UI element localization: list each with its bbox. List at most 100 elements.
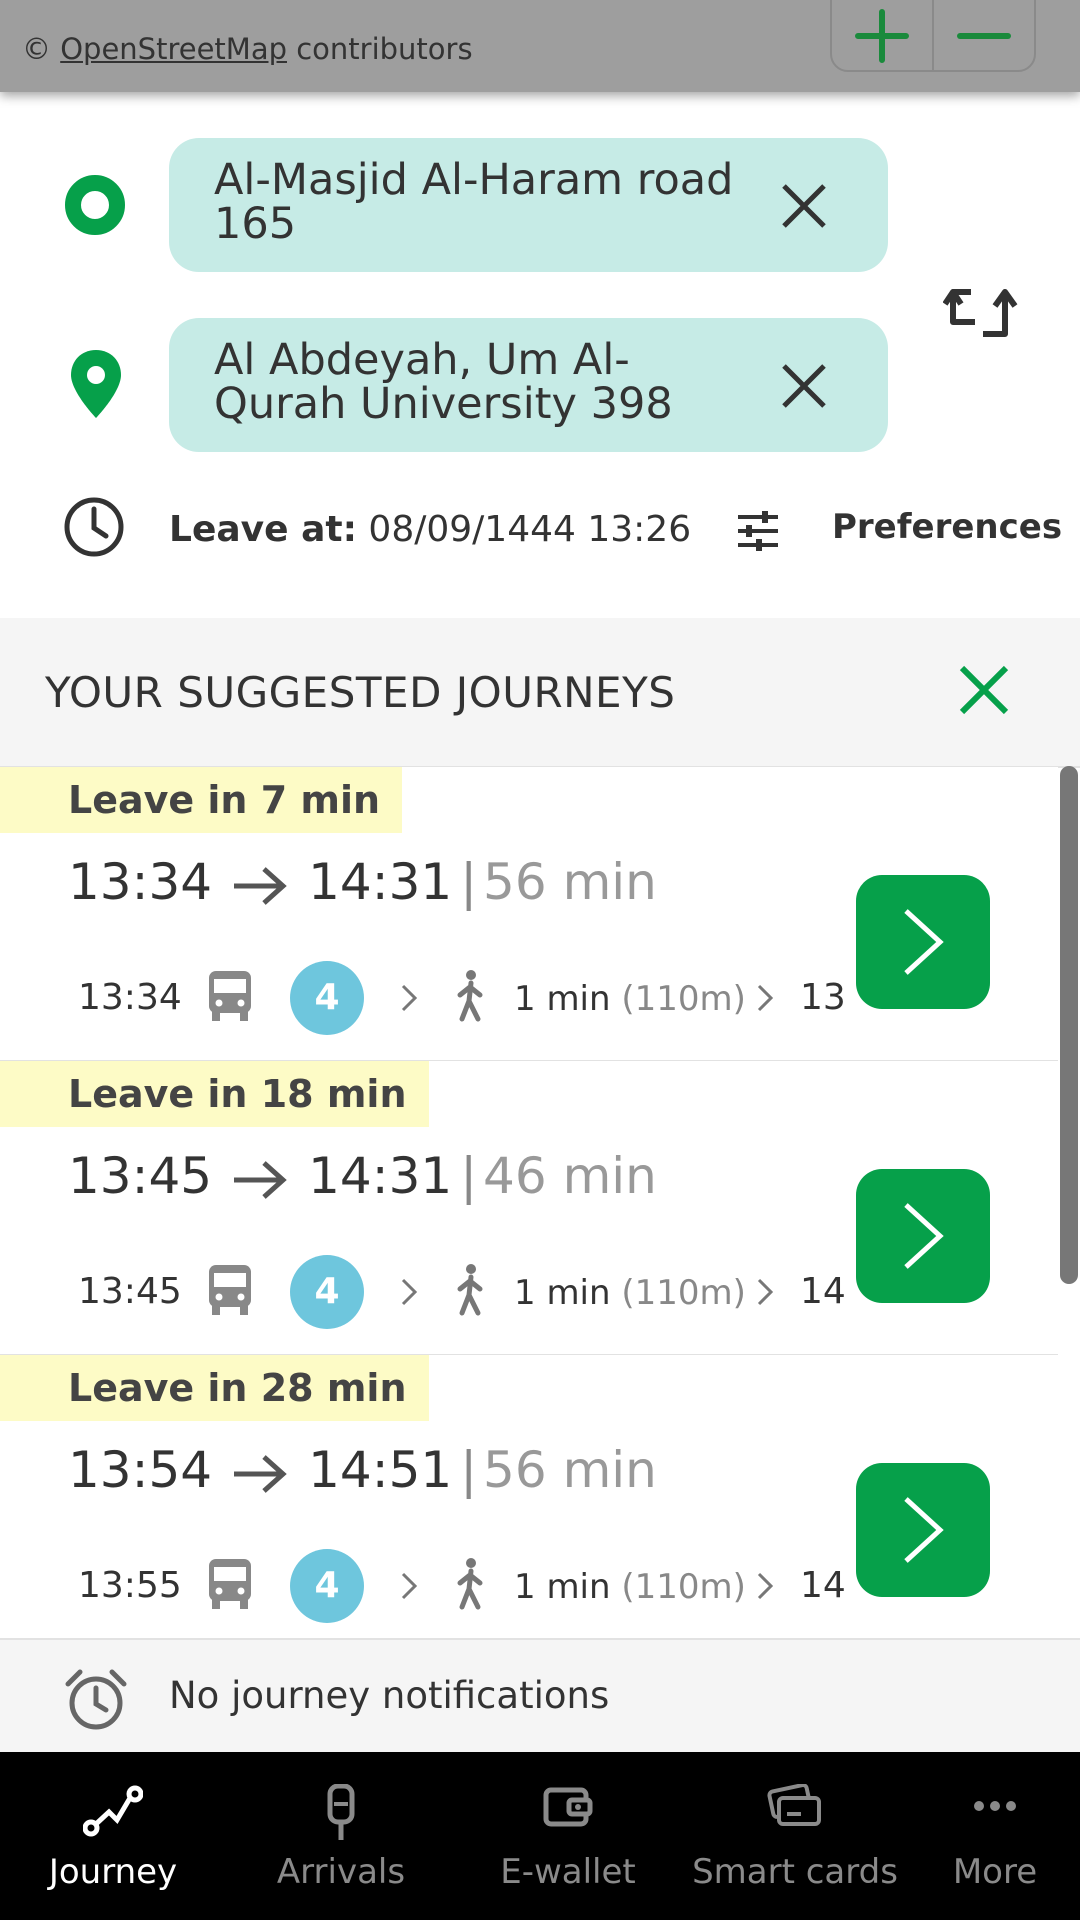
journey-card[interactable]: Leave in 28 min 13:54 14:51 | 56 min 13:55 4 1 … xyxy=(0,1355,1058,1650)
nav-label: Journey xyxy=(48,1852,178,1892)
nav-label: E-wallet xyxy=(500,1852,636,1892)
destination-text[interactable]: Al Abdeyah, Um Al-Qurah University 398 xyxy=(214,338,744,426)
journey-times: 13:54 14:51 | 56 min xyxy=(68,1435,657,1505)
origin-text[interactable]: Al-Masjid Al-Haram road 165 xyxy=(214,158,744,246)
minus-icon xyxy=(957,33,1011,39)
origin-field[interactable]: Al-Masjid Al-Haram road 165 xyxy=(169,138,888,272)
swap-icon[interactable] xyxy=(943,278,1025,340)
arrive-time: 14:31 xyxy=(308,1147,453,1205)
bus-icon xyxy=(209,1265,251,1315)
journey-legs: 13:55 4 1 min (110m) 14: xyxy=(78,1545,848,1625)
journey-duration: 56 min xyxy=(483,1441,657,1499)
chevron-right-icon xyxy=(904,1497,944,1563)
open-journey-button[interactable] xyxy=(856,875,990,1009)
walk-info: 1 min (110m) xyxy=(514,1567,746,1607)
separator: | xyxy=(460,1441,478,1499)
notifications-text: No journey notifications xyxy=(169,1674,610,1717)
leave-at-value: 08/09/1444 13:26 xyxy=(368,509,692,550)
chevron-right-icon xyxy=(904,909,944,975)
cards-icon xyxy=(767,1784,821,1826)
nav-arrivals[interactable]: Arrivals xyxy=(226,1752,456,1920)
leave-in-badge: Leave in 28 min xyxy=(0,1355,429,1421)
alarm-clock-icon xyxy=(65,1669,127,1730)
map-attribution: © OpenStreetMap contributors xyxy=(22,32,473,66)
nav-journey[interactable]: Journey xyxy=(0,1752,226,1920)
plus-icon xyxy=(855,9,909,63)
arrive-time: 14:31 xyxy=(308,853,453,911)
journey-card[interactable]: Leave in 18 min 13:45 14:31 | 46 min 13:45 4 1 … xyxy=(0,1061,1058,1356)
depart-time: 13:45 xyxy=(68,1147,213,1205)
walk-distance: (110m) xyxy=(621,1567,746,1607)
leave-at-row: Leave at: 08/09/1444 13:26 Preferences xyxy=(0,495,1080,565)
wallet-icon xyxy=(543,1787,593,1827)
walk-distance: (110m) xyxy=(621,1273,746,1313)
zoom-controls xyxy=(830,0,1036,72)
chevron-right-icon xyxy=(401,1572,418,1600)
suggested-journeys-header: YOUR SUGGESTED JOURNEYS xyxy=(0,618,1080,768)
zoom-out-button[interactable] xyxy=(932,0,1034,70)
journey-duration: 56 min xyxy=(483,853,657,911)
separator: | xyxy=(460,853,478,911)
preferences-button[interactable]: Preferences xyxy=(832,507,1062,547)
chevron-right-icon xyxy=(757,984,774,1012)
nav-label: More xyxy=(952,1852,1038,1892)
nav-e-wallet[interactable]: E-wallet xyxy=(456,1752,680,1920)
bottom-navigation: Journey Arrivals E-wallet Smart cards Mo… xyxy=(0,1752,1080,1920)
nav-smart-cards[interactable]: Smart cards xyxy=(680,1752,910,1920)
arrow-right-icon xyxy=(234,1454,287,1493)
leg-start-time: 13:45 xyxy=(78,1271,182,1312)
zoom-in-button[interactable] xyxy=(832,0,932,70)
journey-card[interactable]: Leave in 7 min 13:34 14:31 | 56 min 13:34 4 1 m… xyxy=(0,767,1058,1062)
attribution-prefix: © xyxy=(22,32,51,66)
journey-notifications[interactable]: No journey notifications xyxy=(0,1638,1080,1754)
open-journey-button[interactable] xyxy=(856,1463,990,1597)
depart-time: 13:34 xyxy=(68,853,213,911)
destination-field[interactable]: Al Abdeyah, Um Al-Qurah University 398 xyxy=(169,318,888,452)
leave-in-badge: Leave in 18 min xyxy=(0,1061,429,1127)
map-view[interactable]: © OpenStreetMap contributors xyxy=(0,0,1080,92)
walking-icon xyxy=(457,1558,483,1610)
journeys-scrollbar[interactable] xyxy=(1060,766,1078,1284)
suggested-journeys-title: YOUR SUGGESTED JOURNEYS xyxy=(45,668,676,717)
line-number-badge: 4 xyxy=(290,1255,364,1329)
chevron-right-icon xyxy=(757,1572,774,1600)
journey-legs: 13:34 4 1 min (110m) 13: xyxy=(78,957,848,1037)
line-number-badge: 4 xyxy=(290,1549,364,1623)
openstreetmap-link[interactable]: OpenStreetMap xyxy=(60,32,287,66)
bus-icon xyxy=(209,971,251,1021)
journey-times: 13:45 14:31 | 46 min xyxy=(68,1141,657,1211)
walk-distance: (110m) xyxy=(621,979,746,1019)
nav-more[interactable]: More xyxy=(910,1752,1080,1920)
walk-duration: 1 min xyxy=(514,979,611,1019)
walking-icon xyxy=(457,1264,483,1316)
leg-end-time: 14: xyxy=(800,1271,848,1312)
nav-label: Smart cards xyxy=(692,1852,898,1892)
open-journey-button[interactable] xyxy=(856,1169,990,1303)
chevron-right-icon xyxy=(401,984,418,1012)
chevron-right-icon xyxy=(904,1203,944,1269)
leg-start-time: 13:34 xyxy=(78,977,182,1018)
separator: | xyxy=(460,1147,478,1205)
leg-start-time: 13:55 xyxy=(78,1565,182,1606)
walk-info: 1 min (110m) xyxy=(514,979,746,1019)
depart-time: 13:54 xyxy=(68,1441,213,1499)
origin-icon xyxy=(65,175,125,235)
bus-icon xyxy=(209,1559,251,1609)
walk-duration: 1 min xyxy=(514,1273,611,1313)
line-number-badge: 4 xyxy=(290,961,364,1035)
more-icon xyxy=(974,1801,1016,1811)
clock-icon[interactable] xyxy=(62,495,126,559)
leave-at-selector[interactable]: Leave at: 08/09/1444 13:26 xyxy=(169,509,691,550)
journey-times: 13:34 14:31 | 56 min xyxy=(68,847,657,917)
attribution-suffix: contributors xyxy=(296,32,473,66)
nav-label: Arrivals xyxy=(276,1852,406,1892)
sliders-icon[interactable] xyxy=(736,509,780,553)
close-suggestions-icon[interactable] xyxy=(958,664,1010,716)
clear-destination-icon[interactable] xyxy=(780,362,828,410)
arrow-right-icon xyxy=(234,866,287,905)
journey-duration: 46 min xyxy=(483,1147,657,1205)
arrive-time: 14:51 xyxy=(308,1441,453,1499)
clear-origin-icon[interactable] xyxy=(780,182,828,230)
route-icon xyxy=(83,1785,143,1837)
destination-pin-icon xyxy=(71,350,121,418)
